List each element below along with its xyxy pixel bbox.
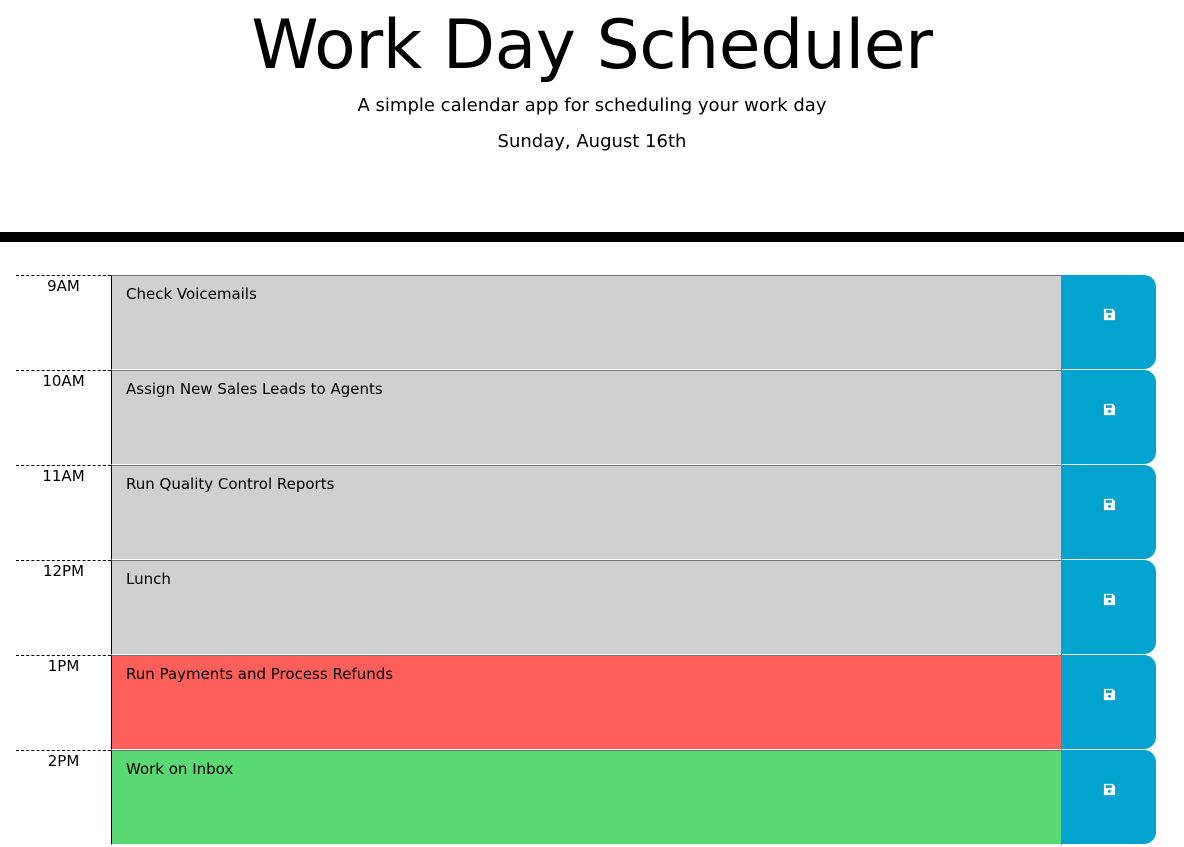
floppy-disk-icon [1103,308,1116,321]
task-input-10am[interactable]: Assign New Sales Leads to Agents [111,370,1062,465]
save-button-10am[interactable] [1061,370,1156,464]
time-block-12pm: 12PM Lunch [16,560,1156,655]
app-title: Work Day Scheduler [251,6,933,85]
time-block-1pm: 1PM Run Payments and Process Refunds [16,655,1156,750]
task-input-11am[interactable]: Run Quality Control Reports [111,465,1062,560]
save-button-11am[interactable] [1061,465,1156,559]
app-subtitle: A simple calendar app for scheduling you… [357,95,827,116]
time-block-10am: 10AM Assign New Sales Leads to Agents [16,370,1156,465]
save-button-2pm[interactable] [1061,750,1156,844]
hour-label: 10AM [16,370,111,465]
time-block-2pm: 2PM Work on Inbox [16,750,1156,845]
hour-label: 9AM [16,275,111,370]
floppy-disk-icon [1103,688,1116,701]
task-input-12pm[interactable]: Lunch [111,560,1062,655]
save-button-9am[interactable] [1061,275,1156,369]
hour-label: 11AM [16,465,111,560]
task-input-2pm[interactable]: Work on Inbox [111,750,1062,845]
floppy-disk-icon [1103,783,1116,796]
current-day: Sunday, August 16th [497,131,687,152]
hour-label: 12PM [16,560,111,655]
time-block-9am: 9AM Check Voicemails [16,275,1156,370]
floppy-disk-icon [1103,498,1116,511]
hour-label: 2PM [16,750,111,845]
save-button-12pm[interactable] [1061,560,1156,654]
task-input-1pm[interactable]: Run Payments and Process Refunds [111,655,1062,750]
header-divider [0,232,1184,242]
floppy-disk-icon [1103,593,1116,606]
jumbotron-header: Work Day Scheduler A simple calendar app… [0,0,1184,232]
task-input-9am[interactable]: Check Voicemails [111,275,1062,370]
time-block-11am: 11AM Run Quality Control Reports [16,465,1156,560]
schedule-container: 9AM Check Voicemails 10AM Assign New Sal… [16,275,1156,845]
floppy-disk-icon [1103,403,1116,416]
save-button-1pm[interactable] [1061,655,1156,749]
hour-label: 1PM [16,655,111,750]
